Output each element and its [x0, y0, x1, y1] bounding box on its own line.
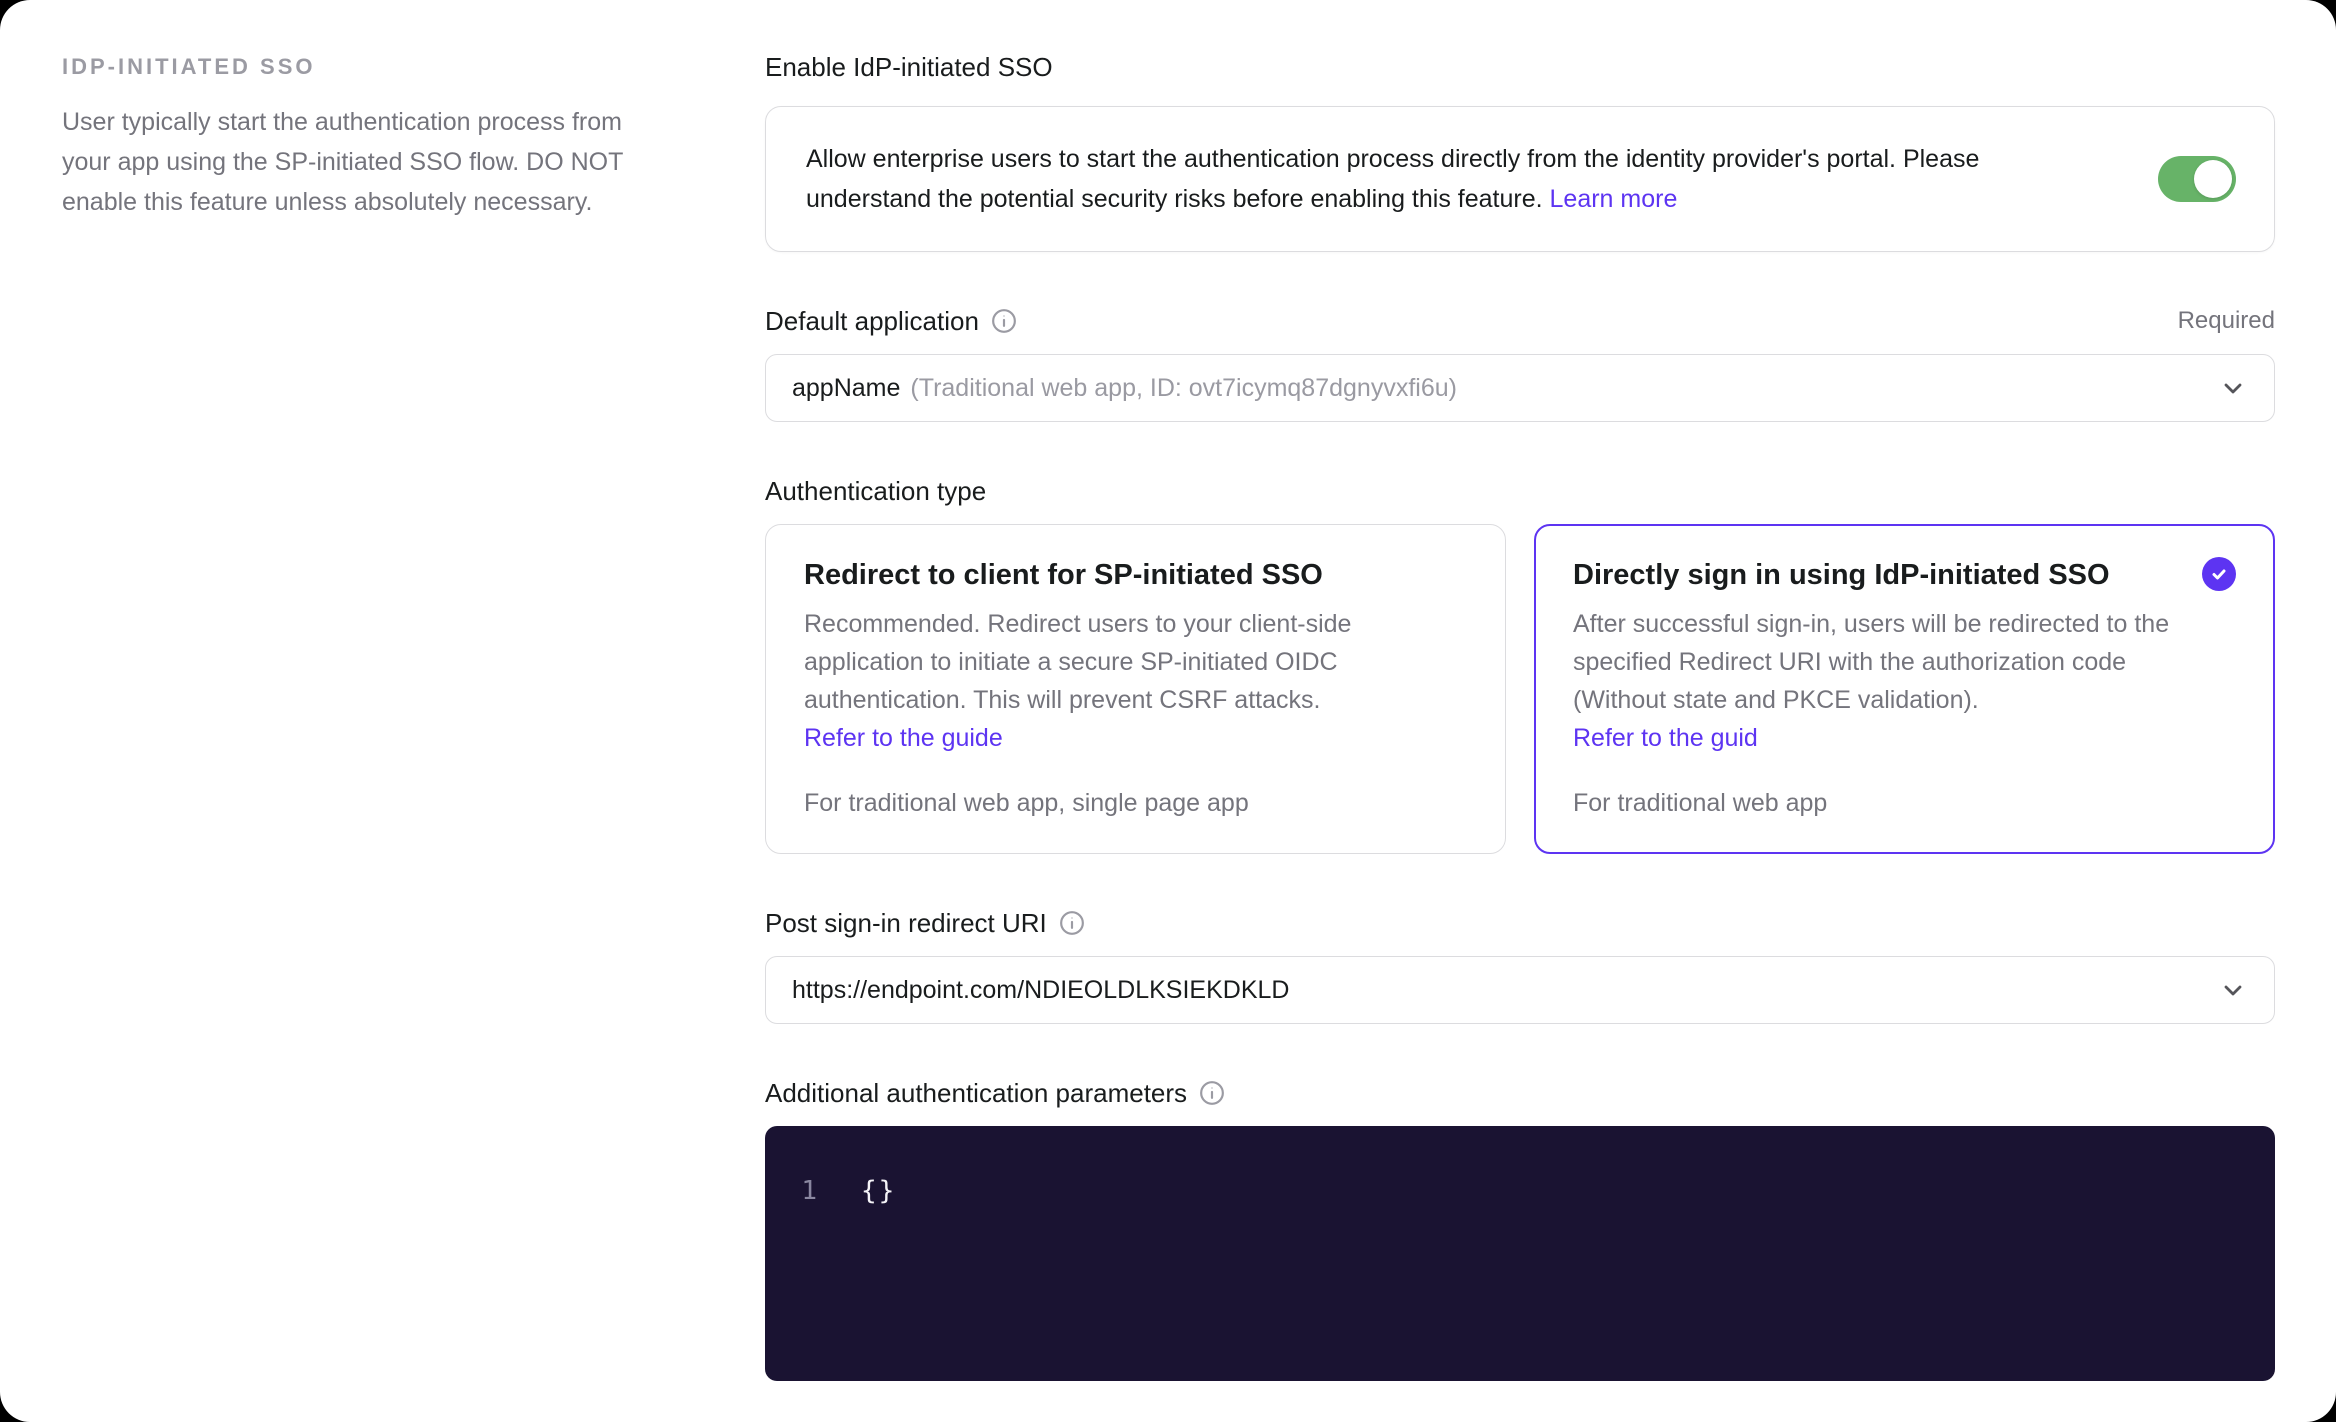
redirect-uri-label: Post sign-in redirect URI: [765, 908, 1047, 938]
default-application-label-row: Default application Required: [765, 304, 2275, 338]
enable-sso-label: Enable IdP-initiated SSO: [765, 52, 1053, 82]
option-footnote: For traditional web app: [1573, 789, 1828, 817]
section-description-column: IDP-INITIATED SSO User typically start t…: [62, 46, 702, 1422]
option-header: Directly sign in using IdP-initiated SSO: [1573, 555, 2236, 595]
required-badge: Required: [2177, 307, 2275, 334]
redirect-uri-value: https://endpoint.com/NDIEOLDLKSIEKDKLD: [792, 975, 1290, 1004]
code-content: {}: [861, 1176, 897, 1206]
section-heading: IDP-INITIATED SSO: [62, 54, 316, 79]
code-editor[interactable]: 1 {}: [765, 1126, 2275, 1381]
redirect-uri-select[interactable]: https://endpoint.com/NDIEOLDLKSIEKDKLD: [765, 956, 2275, 1024]
refer-to-guide-link[interactable]: Refer to the guide: [804, 719, 1003, 757]
enable-sso-description: Allow enterprise users to start the auth…: [806, 139, 2066, 219]
chevron-down-icon: [2218, 975, 2248, 1005]
option-header: Redirect to client for SP-initiated SSO: [804, 555, 1467, 595]
enable-sso-card: Allow enterprise users to start the auth…: [765, 106, 2275, 252]
learn-more-link[interactable]: Learn more: [1550, 185, 1678, 213]
authentication-type-label-row: Authentication type: [765, 474, 2275, 508]
option-title: Directly sign in using IdP-initiated SSO: [1573, 559, 2110, 591]
default-application-label: Default application: [765, 306, 979, 336]
additional-params-label-row: Additional authentication parameters: [765, 1076, 2275, 1110]
authentication-type-label: Authentication type: [765, 476, 987, 506]
refer-to-guide-link[interactable]: Refer to the guid: [1573, 719, 1758, 757]
authentication-type-options: Redirect to client for SP-initiated SSO …: [765, 524, 2275, 854]
auth-option-sp-initiated[interactable]: Redirect to client for SP-initiated SSO …: [765, 524, 1506, 854]
enable-sso-description-text: Allow enterprise users to start the auth…: [806, 145, 1980, 213]
settings-form: Enable IdP-initiated SSO Allow enterpris…: [765, 46, 2275, 1422]
section-description: User typically start the authentication …: [62, 108, 623, 216]
selected-check-icon: [2202, 557, 2236, 591]
default-application-value-detail: (Traditional web app, ID: ovt7icymq87dgn…: [910, 373, 1457, 402]
option-description: Recommended. Redirect users to your clie…: [804, 605, 1424, 757]
additional-params-info-icon[interactable]: [1199, 1080, 1225, 1106]
auth-option-idp-initiated[interactable]: Directly sign in using IdP-initiated SSO…: [1534, 524, 2275, 854]
additional-params-label: Additional authentication parameters: [765, 1078, 1188, 1108]
chevron-down-icon: [2218, 373, 2248, 403]
option-description: After successful sign-in, users will be …: [1573, 605, 2193, 757]
default-application-info-icon[interactable]: [991, 308, 1017, 334]
option-footnote: For traditional web app, single page app: [804, 789, 1249, 817]
toggle-knob: [2194, 160, 2232, 198]
default-application-value: appName: [792, 373, 901, 402]
redirect-uri-label-row: Post sign-in redirect URI: [765, 906, 2275, 940]
default-application-select[interactable]: appName (Traditional web app, ID: ovt7ic…: [765, 354, 2275, 422]
enable-sso-toggle[interactable]: [2158, 156, 2236, 202]
idp-initiated-sso-settings-page: IDP-INITIATED SSO User typically start t…: [0, 0, 2336, 1422]
line-number: 1: [801, 1176, 817, 1206]
redirect-uri-info-icon[interactable]: [1059, 910, 1085, 936]
option-title: Redirect to client for SP-initiated SSO: [804, 559, 1323, 591]
